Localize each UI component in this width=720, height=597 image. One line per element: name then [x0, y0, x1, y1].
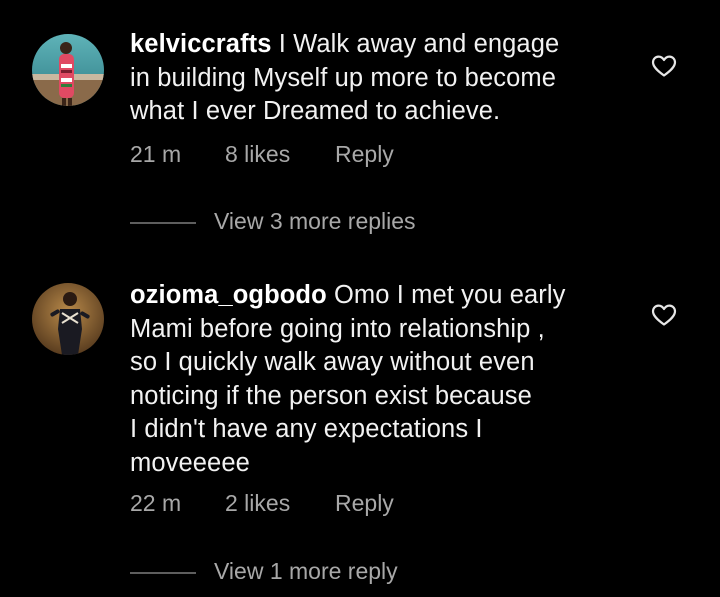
comment-line: what I ever Dreamed to achieve. [130, 97, 501, 125]
avatar-photo-ozioma-ogbodo [32, 283, 104, 355]
comment-text: kelviccrafts I Walk away and engage in b… [130, 28, 620, 129]
view-replies-button[interactable]: View 1 more reply [130, 558, 450, 588]
avatar-photo-kelviccrafts [32, 34, 104, 106]
heart-outline-icon [651, 304, 677, 326]
view-replies-button[interactable]: View 3 more replies [130, 208, 450, 238]
reply-button[interactable]: Reply [335, 141, 394, 168]
comment-line: so I quickly walk away without even [130, 348, 535, 376]
username[interactable]: ozioma_ogbodo [130, 281, 327, 309]
likes-count[interactable]: 8 likes [225, 141, 290, 168]
username[interactable]: kelviccrafts [130, 30, 272, 58]
like-button[interactable] [651, 303, 677, 327]
replies-divider [130, 572, 196, 574]
avatar[interactable] [32, 283, 104, 355]
view-replies-label[interactable]: View 3 more replies [214, 208, 416, 235]
view-replies-label[interactable]: View 1 more reply [214, 558, 398, 585]
reply-button[interactable]: Reply [335, 490, 394, 517]
likes-count[interactable]: 2 likes [225, 490, 290, 517]
comment-line: Omo I met you early [333, 281, 566, 309]
comment-line: noticing if the person exist because [130, 381, 532, 410]
heart-outline-icon [651, 55, 677, 77]
comment-time: 22 m [130, 490, 182, 516]
comment-line: I didn't have any expectations I [130, 415, 483, 443]
replies-divider [130, 222, 196, 224]
comment-line: moveeeee [130, 448, 250, 477]
avatar[interactable] [32, 34, 104, 106]
comment-time: 21 m [130, 141, 182, 167]
comment-line: I Walk away and engage [278, 30, 560, 58]
comment-kelviccrafts: kelviccrafts I Walk away and engage in b… [0, 0, 720, 260]
comment-line: in building Myself up more to become [130, 63, 556, 92]
like-button[interactable] [651, 54, 677, 78]
comment-text: ozioma_ogbodo Omo I met you early Mami b… [130, 279, 620, 480]
comment-meta: 22 m 2 likes Reply [130, 490, 430, 520]
comment-meta: 21 m 8 likes Reply [130, 141, 430, 171]
comment-line: Mami before going into relationship , [130, 314, 545, 343]
